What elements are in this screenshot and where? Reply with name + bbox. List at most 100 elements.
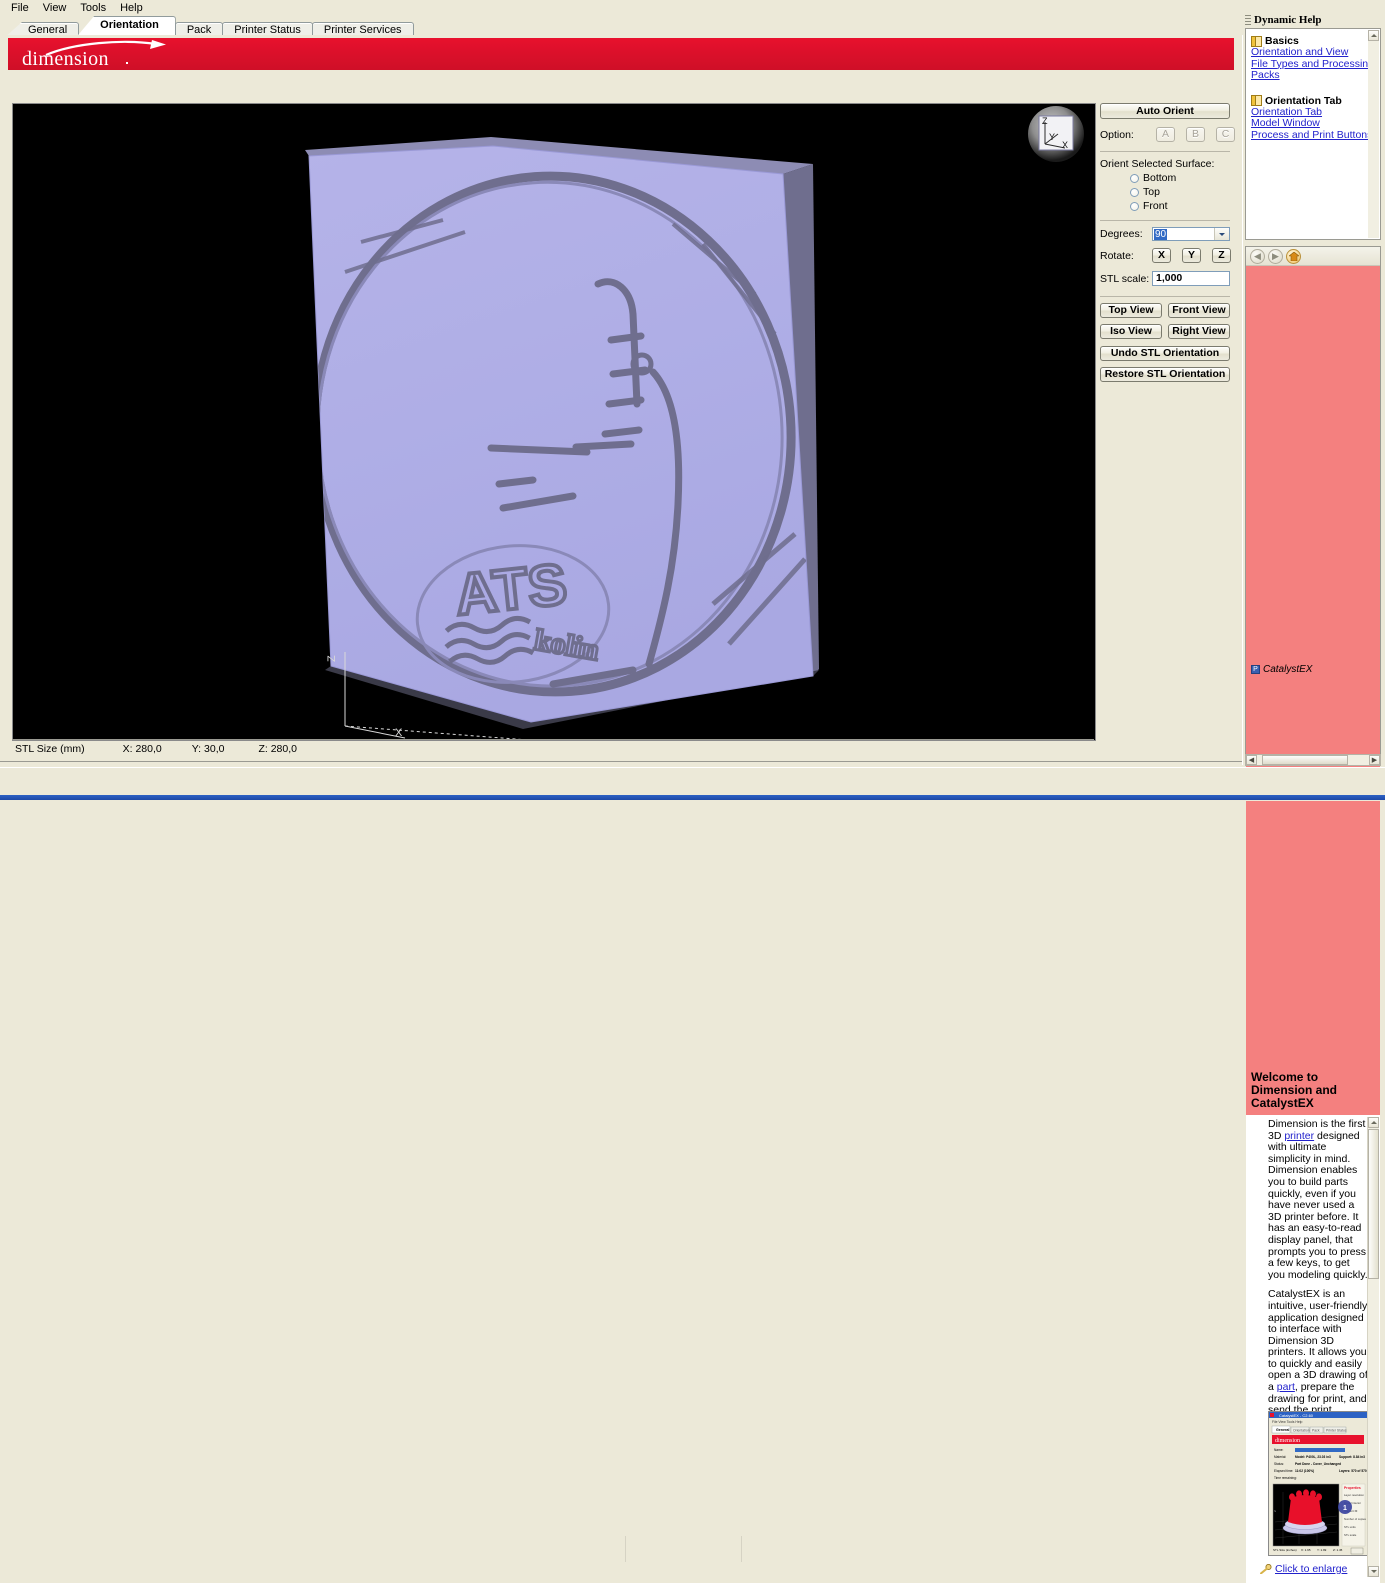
radio-top-icon xyxy=(1130,187,1139,197)
stl-size-status-bar: STL Size (mm) X: 280,0 Y: 30,0 Z: 280,0 xyxy=(12,741,1094,757)
radio-top[interactable]: Top xyxy=(1130,186,1235,198)
undo-stl-orientation-button[interactable]: Undo STL Orientation xyxy=(1100,346,1230,361)
axis-label-y: Y xyxy=(1049,132,1055,142)
svg-text:Number of copies: Number of copies xyxy=(1344,1517,1367,1521)
menu-item-view[interactable]: View xyxy=(36,1,74,16)
help-topic-scrollbar[interactable] xyxy=(1368,30,1379,238)
book-icon xyxy=(1251,35,1262,47)
stl-size-y: Y: 30,0 xyxy=(191,743,225,755)
tab-orientation[interactable]: Orientation xyxy=(78,16,176,35)
option-a-button[interactable]: A xyxy=(1156,127,1175,142)
help-paragraph-1: Dimension is the first 3D printer design… xyxy=(1268,1118,1369,1281)
back-icon[interactable]: ◀ xyxy=(1250,248,1265,264)
front-view-button[interactable]: Front View xyxy=(1168,303,1230,318)
help-browser-scrollbar[interactable] xyxy=(1367,1117,1379,1577)
degrees-value: 90 xyxy=(1154,229,1168,240)
svg-text:1: 1 xyxy=(1343,1505,1347,1512)
radio-top-label: Top xyxy=(1143,186,1160,198)
svg-text:Layers: 570 of 570: Layers: 570 of 570 xyxy=(1339,1469,1367,1473)
svg-text:Part Done - Cover_Unchanged: Part Done - Cover_Unchanged xyxy=(1295,1462,1341,1466)
option-b-button[interactable]: B xyxy=(1186,127,1205,142)
menu-item-tools[interactable]: Tools xyxy=(73,1,113,16)
help-link-process-and-print-buttons[interactable]: Process and Print Buttons xyxy=(1251,129,1380,142)
svg-text:11:02 (100%): 11:02 (100%) xyxy=(1295,1469,1314,1473)
h-scrollbar-thumb[interactable] xyxy=(1262,755,1348,765)
model-render[interactable]: ATS kolin Z X Z Y X xyxy=(13,104,1095,740)
help-link-packs[interactable]: Packs xyxy=(1251,69,1380,82)
degrees-dropdown[interactable]: 90 xyxy=(1152,227,1230,241)
menu-item-help[interactable]: Help xyxy=(113,1,150,16)
scroll-left-icon[interactable]: ◀ xyxy=(1246,755,1257,765)
top-view-button[interactable]: Top View xyxy=(1100,303,1162,318)
help-p2-a: CatalystEX is an intuitive, user-friendl… xyxy=(1268,1288,1368,1394)
axis-label-z-origin: Z xyxy=(326,655,338,662)
radio-front[interactable]: Front xyxy=(1130,200,1235,212)
dimension-logo: dimension xyxy=(22,40,192,70)
help-horizontal-scrollbar[interactable]: ◀ ▶ xyxy=(1245,754,1381,766)
tab-strip: General Orientation Pack Printer Status … xyxy=(0,16,1385,51)
magnifier-icon xyxy=(1260,1563,1272,1575)
chevron-down-icon[interactable] xyxy=(1214,228,1229,240)
option-c-button[interactable]: C xyxy=(1216,127,1235,142)
help-p1-link-printer[interactable]: printer xyxy=(1284,1130,1314,1142)
help-link-orientation-and-view[interactable]: Orientation and View xyxy=(1251,46,1380,59)
divider-3 xyxy=(1100,296,1230,297)
help-article-title: Welcome to Dimension and CatalystEX xyxy=(1251,1070,1338,1110)
svg-text:Z: Z xyxy=(1273,1510,1277,1512)
radio-bottom[interactable]: Bottom xyxy=(1130,172,1235,184)
help-app-name: CatalystEX xyxy=(1263,663,1313,675)
menu-bar: File View Tools Help xyxy=(0,0,1385,16)
svg-text:Printer Status: Printer Status xyxy=(1326,1429,1347,1433)
menu-item-file[interactable]: File xyxy=(4,1,36,16)
svg-text:STL units: STL units xyxy=(1344,1525,1356,1529)
stl-size-z: Z: 280,0 xyxy=(258,743,297,755)
stl-scale-label: STL scale: xyxy=(1100,272,1150,285)
help-article-text: Dimension is the first 3D printer design… xyxy=(1268,1118,1369,1448)
dynamic-help-dock: Dynamic Help Basics Orientation and View… xyxy=(1243,0,1385,1583)
help-section-orientation-tab: Orientation Tab xyxy=(1251,95,1380,107)
rotate-label: Rotate: xyxy=(1100,249,1134,262)
home-icon[interactable] xyxy=(1286,248,1301,264)
help-screenshot-thumbnail[interactable]: CatalystEX - C2.60 File View Tools Help … xyxy=(1268,1411,1368,1556)
scroll-right-icon[interactable]: ▶ xyxy=(1369,755,1380,765)
axis-label-x-origin: X xyxy=(395,727,403,739)
rotate-x-button[interactable]: X xyxy=(1152,248,1171,263)
status-divider xyxy=(12,739,1094,740)
radio-bottom-icon xyxy=(1130,173,1139,183)
taskbar-cell-3 xyxy=(742,1536,1385,1562)
restore-stl-orientation-button[interactable]: Restore STL Orientation xyxy=(1100,367,1230,382)
auto-orient-button[interactable]: Auto Orient xyxy=(1100,103,1230,119)
scroll-down-icon[interactable] xyxy=(1368,1566,1379,1577)
dock-grip-icon[interactable] xyxy=(1245,15,1251,25)
scroll-up-icon[interactable] xyxy=(1368,30,1379,41)
rotate-z-button[interactable]: Z xyxy=(1212,248,1231,263)
iso-view-button[interactable]: Iso View xyxy=(1100,324,1162,339)
help-p2-link-part[interactable]: part xyxy=(1277,1381,1295,1393)
thumbnail-render: CatalystEX - C2.60 File View Tools Help … xyxy=(1269,1412,1367,1555)
svg-text:CatalystEX - C2.60: CatalystEX - C2.60 xyxy=(1279,1413,1314,1418)
radio-front-label: Front xyxy=(1143,200,1168,212)
dynamic-help-title: Dynamic Help xyxy=(1254,14,1322,26)
help-link-model-window[interactable]: Model Window xyxy=(1251,117,1380,130)
model-viewport[interactable]: ATS kolin Z X Z Y X xyxy=(12,103,1096,741)
help-article-header: P CatalystEX Welcome to Dimension and Ca… xyxy=(1246,266,1380,1115)
scrollbar-thumb[interactable] xyxy=(1368,1129,1379,1279)
svg-text:Layer resolution: Layer resolution xyxy=(1344,1493,1364,1497)
svg-text:General: General xyxy=(1276,1428,1289,1432)
right-view-button[interactable]: Right View xyxy=(1168,324,1230,339)
orient-surface-label: Orient Selected Surface: xyxy=(1100,158,1215,170)
click-to-enlarge-link[interactable]: Click to enlarge xyxy=(1275,1563,1347,1575)
divider-2 xyxy=(1100,220,1230,221)
orientation-controls: Auto Orient Option: A B C Orient Selecte… xyxy=(1100,103,1235,382)
scroll-up-icon[interactable] xyxy=(1368,1117,1379,1128)
forward-icon[interactable]: ▶ xyxy=(1268,248,1283,264)
svg-text:Time remaining:: Time remaining: xyxy=(1274,1476,1297,1480)
help-section-orientation-heading: Orientation Tab xyxy=(1265,94,1342,107)
option-label: Option: xyxy=(1100,128,1134,141)
rotate-y-button[interactable]: Y xyxy=(1182,248,1201,263)
click-to-enlarge-row[interactable]: Click to enlarge xyxy=(1260,1563,1347,1575)
home-glyph-icon xyxy=(1288,251,1299,261)
stl-scale-input[interactable]: 1,000 xyxy=(1152,271,1230,286)
help-topic-list[interactable]: Basics Orientation and View File Types a… xyxy=(1245,28,1381,240)
stl-size-x: X: 280,0 xyxy=(122,743,162,755)
